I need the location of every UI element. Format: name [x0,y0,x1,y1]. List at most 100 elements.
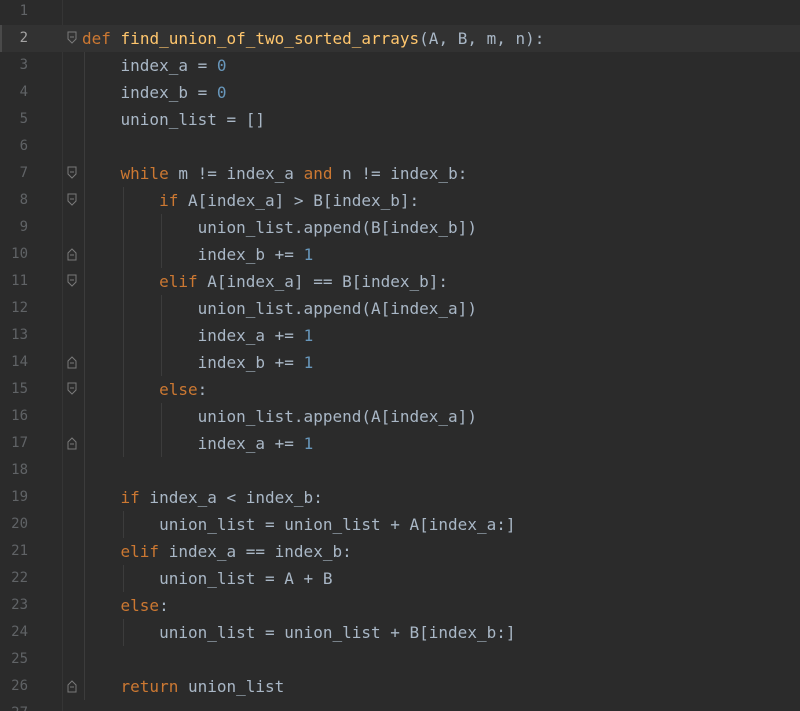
line-number[interactable]: 24 [0,619,28,646]
code-line[interactable]: 22 union_list = A + B [0,565,800,592]
code-line[interactable]: 10 index_b += 1 [0,241,800,268]
line-number[interactable]: 7 [0,160,28,187]
line-number[interactable]: 16 [0,403,28,430]
code-token: union_list = union_list + A[index_a:] [82,515,516,534]
line-number[interactable]: 19 [0,484,28,511]
line-number[interactable]: 5 [0,106,28,133]
line-number[interactable]: 17 [0,430,28,457]
code-text[interactable]: union_list = union_list + B[index_b:] [82,619,515,646]
code-line[interactable]: 20 union_list = union_list + A[index_a:] [0,511,800,538]
code-line[interactable]: 2 def find_union_of_two_sorted_arrays(A, … [0,25,800,52]
code-text[interactable]: index_a += 1 [82,430,314,457]
code-line[interactable]: 15 else: [0,376,800,403]
code-line[interactable]: 4 index_b = 0 [0,79,800,106]
line-number[interactable]: 20 [0,511,28,538]
line-number[interactable]: 6 [0,133,28,160]
code-token: index_b += [82,245,304,264]
code-text[interactable]: if A[index_a] > B[index_b]: [82,187,419,214]
code-text[interactable]: index_b = 0 [82,79,227,106]
fold-end-icon[interactable] [67,436,77,450]
code-text[interactable]: union_list = union_list + A[index_a:] [82,511,515,538]
code-line[interactable]: 27 [0,700,800,711]
code-token: index_a == index_b: [159,542,352,561]
code-token: elif [120,542,160,561]
line-number[interactable]: 9 [0,214,28,241]
code-line[interactable]: 3 index_a = 0 [0,52,800,79]
line-number[interactable]: 13 [0,322,28,349]
code-text[interactable]: elif A[index_a] == B[index_b]: [82,268,448,295]
fold-start-icon[interactable] [67,193,77,207]
line-number[interactable]: 2 [0,25,28,52]
code-editor[interactable]: 1 2 def find_union_of_two_sorted_arrays(A,… [0,0,800,711]
line-number[interactable]: 22 [0,565,28,592]
line-number[interactable]: 4 [0,79,28,106]
code-text[interactable]: index_a += 1 [82,322,314,349]
line-number[interactable]: 26 [0,673,28,700]
code-line[interactable]: 6 [0,133,800,160]
code-token: index_b += [82,353,304,372]
code-line[interactable]: 23 else: [0,592,800,619]
code-token: if [120,488,140,507]
fold-start-icon[interactable] [67,166,77,180]
line-number[interactable]: 12 [0,295,28,322]
code-line[interactable]: 5 union_list = [] [0,106,800,133]
code-line[interactable]: 21 elif index_a == index_b: [0,538,800,565]
code-token: 0 [216,56,227,75]
code-line[interactable]: 13 index_a += 1 [0,322,800,349]
fold-end-icon[interactable] [67,247,77,261]
fold-start-icon[interactable] [67,31,77,45]
line-number[interactable]: 27 [0,700,28,711]
code-text[interactable]: while m != index_a and n != index_b: [82,160,468,187]
code-text[interactable]: union_list = [] [82,106,266,133]
code-token: (A, B, m, n): [419,29,545,48]
code-text[interactable]: union_list.append(B[index_b]) [82,214,477,241]
code-line[interactable]: 8 if A[index_a] > B[index_b]: [0,187,800,214]
code-text[interactable]: if index_a < index_b: [82,484,323,511]
code-line[interactable]: 12 union_list.append(A[index_a]) [0,295,800,322]
line-number[interactable]: 1 [0,0,28,25]
fold-start-icon[interactable] [67,382,77,396]
code-line[interactable]: 26 return union_list [0,673,800,700]
code-line[interactable]: 18 [0,457,800,484]
line-number[interactable]: 23 [0,592,28,619]
line-number[interactable]: 18 [0,457,28,484]
code-text[interactable]: elif index_a == index_b: [82,538,352,565]
code-line[interactable]: 14 index_b += 1 [0,349,800,376]
code-text[interactable]: index_b += 1 [82,241,314,268]
line-number[interactable]: 25 [0,646,28,673]
code-line[interactable]: 24 union_list = union_list + B[index_b:] [0,619,800,646]
line-number[interactable]: 3 [0,52,28,79]
code-text[interactable]: else: [82,376,207,403]
indent-guide [123,565,124,592]
line-number[interactable]: 15 [0,376,28,403]
code-text[interactable]: else: [82,592,169,619]
code-line[interactable]: 17 index_a += 1 [0,430,800,457]
line-number[interactable]: 11 [0,268,28,295]
code-text[interactable]: index_a = 0 [82,52,227,79]
code-text[interactable]: return union_list [82,673,285,700]
indent-guide [123,187,124,457]
code-text[interactable]: union_list = A + B [82,565,332,592]
code-line[interactable]: 19 if index_a < index_b: [0,484,800,511]
code-line[interactable]: 25 [0,646,800,673]
code-token: else [120,596,160,615]
code-text[interactable]: union_list.append(A[index_a]) [82,403,477,430]
line-number[interactable]: 21 [0,538,28,565]
code-text[interactable]: def find_union_of_two_sorted_arrays(A, B… [82,25,544,52]
line-number[interactable]: 8 [0,187,28,214]
fold-start-icon[interactable] [67,274,77,288]
code-line[interactable]: 9 union_list.append(B[index_b]) [0,214,800,241]
code-line[interactable]: 7 while m != index_a and n != index_b: [0,160,800,187]
line-number[interactable]: 14 [0,349,28,376]
code-line[interactable]: 11 elif A[index_a] == B[index_b]: [0,268,800,295]
code-token: n != index_b: [332,164,468,183]
fold-end-icon[interactable] [67,679,77,693]
code-line[interactable]: 16 union_list.append(A[index_a]) [0,403,800,430]
line-number[interactable]: 10 [0,241,28,268]
fold-end-icon[interactable] [67,355,77,369]
code-token: 1 [303,434,314,453]
code-text[interactable]: index_b += 1 [82,349,314,376]
code-line[interactable]: 1 [0,0,800,25]
code-text[interactable]: union_list.append(A[index_a]) [82,295,477,322]
